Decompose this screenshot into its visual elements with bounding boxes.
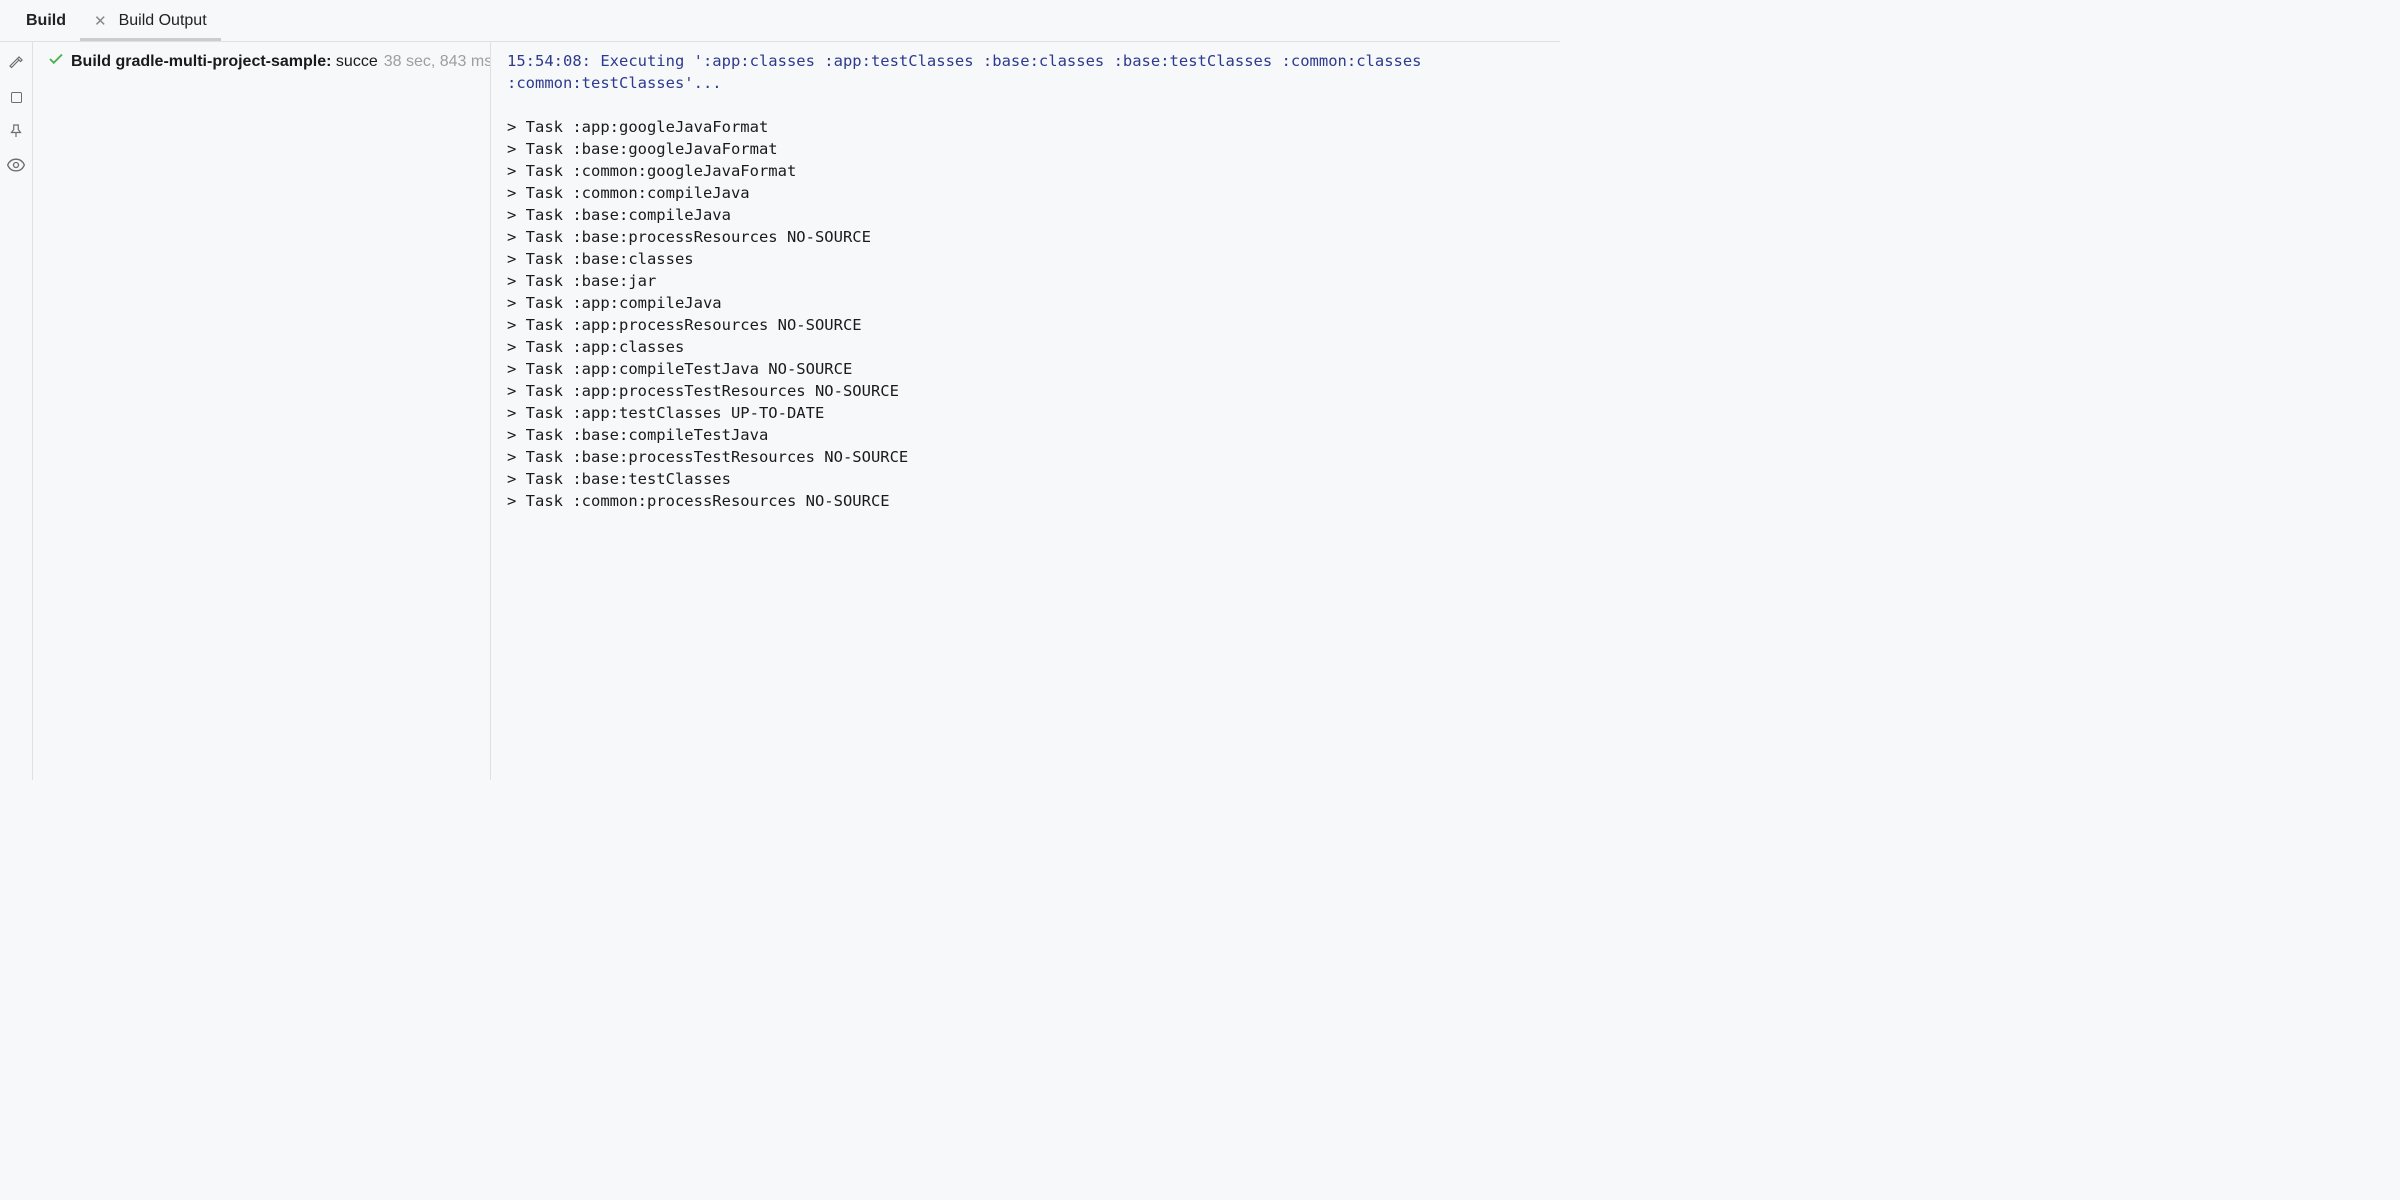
task-line: > Task :base:jar [507, 270, 1552, 292]
eye-icon[interactable] [5, 154, 27, 176]
build-label: Build gradle-multi-project-sample: succe [71, 53, 378, 71]
tab-output-label: Build Output [119, 12, 207, 30]
hammer-icon[interactable] [5, 52, 27, 74]
pin-icon[interactable] [5, 120, 27, 142]
task-list: > Task :app:googleJavaFormat> Task :base… [507, 116, 1552, 512]
task-line: > Task :app:classes [507, 336, 1552, 358]
task-line: > Task :common:compileJava [507, 182, 1552, 204]
tab-bar: Build ✕ Build Output [0, 0, 1560, 42]
task-line: > Task :app:googleJavaFormat [507, 116, 1552, 138]
task-line: > Task :base:testClasses [507, 468, 1552, 490]
toolbar [0, 42, 33, 780]
task-line: > Task :app:testClasses UP-TO-DATE [507, 402, 1552, 424]
task-line: > Task :base:processTestResources NO-SOU… [507, 446, 1552, 468]
task-line: > Task :base:classes [507, 248, 1552, 270]
build-tree-row[interactable]: Build gradle-multi-project-sample: succe… [47, 50, 490, 73]
stop-icon[interactable] [5, 86, 27, 108]
task-line: > Task :common:googleJavaFormat [507, 160, 1552, 182]
output-executing-header: 15:54:08: Executing ':app:classes :app:t… [507, 50, 1552, 94]
tab-build-output[interactable]: ✕ Build Output [80, 2, 221, 40]
build-output-panel[interactable]: 15:54:08: Executing ':app:classes :app:t… [491, 42, 1560, 780]
task-line: > Task :common:processResources NO-SOURC… [507, 490, 1552, 512]
task-line: > Task :app:processResources NO-SOURCE [507, 314, 1552, 336]
build-tree-panel: Build gradle-multi-project-sample: succe… [33, 42, 491, 780]
task-line: > Task :base:processResources NO-SOURCE [507, 226, 1552, 248]
main-area: Build gradle-multi-project-sample: succe… [0, 42, 1560, 780]
task-line: > Task :app:processTestResources NO-SOUR… [507, 380, 1552, 402]
tab-build[interactable]: Build [12, 2, 80, 40]
task-line: > Task :base:compileTestJava [507, 424, 1552, 446]
task-line: > Task :base:googleJavaFormat [507, 138, 1552, 160]
task-line: > Task :app:compileTestJava NO-SOURCE [507, 358, 1552, 380]
tab-build-label: Build [26, 12, 66, 30]
task-line: > Task :app:compileJava [507, 292, 1552, 314]
check-icon [47, 50, 65, 73]
close-icon[interactable]: ✕ [94, 12, 107, 30]
task-line: > Task :base:compileJava [507, 204, 1552, 226]
build-duration: 38 sec, 843 ms [384, 53, 491, 71]
